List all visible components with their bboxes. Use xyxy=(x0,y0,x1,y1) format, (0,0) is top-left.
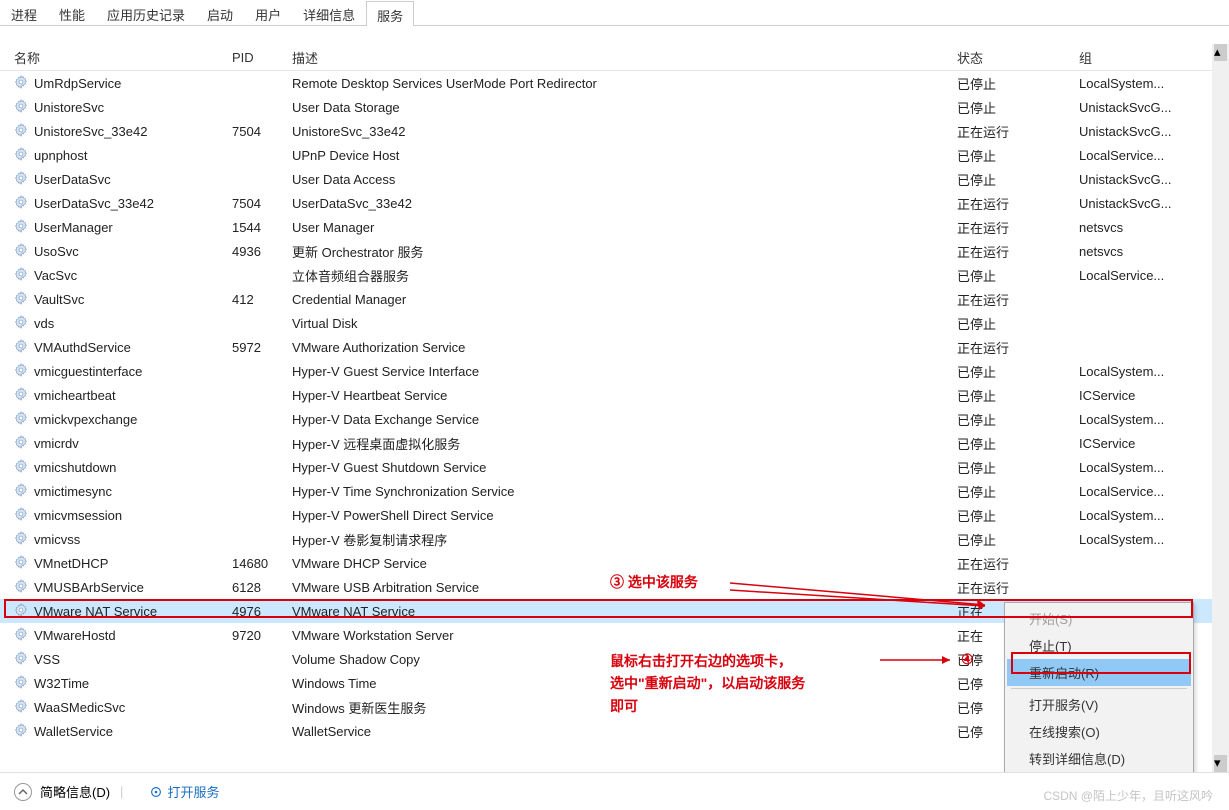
service-icon xyxy=(14,459,30,475)
menu-separator xyxy=(1011,688,1187,689)
context-menu: 开始(S)停止(T)重新启动(R) 打开服务(V)在线搜索(O)转到详细信息(D) xyxy=(1004,602,1194,775)
service-icon xyxy=(14,627,30,643)
tab-0[interactable]: 进程 xyxy=(0,0,48,25)
service-icon xyxy=(14,723,30,739)
table-row[interactable]: UsoSvc4936更新 Orchestrator 服务正在运行netsvcs xyxy=(0,239,1229,263)
table-row[interactable]: vmicrdvHyper-V 远程桌面虚拟化服务已停止ICService xyxy=(0,431,1229,455)
service-icon xyxy=(14,99,30,115)
table-row[interactable]: UserDataSvcUser Data Access已停止UnistackSv… xyxy=(0,167,1229,191)
menu-item[interactable]: 在线搜索(O) xyxy=(1007,718,1191,745)
scroll-down-button[interactable]: ▾ xyxy=(1214,755,1227,772)
service-icon xyxy=(14,411,30,427)
table-row[interactable]: vmicvssHyper-V 卷影复制请求程序已停止LocalSystem... xyxy=(0,527,1229,551)
table-row[interactable]: vmickvpexchangeHyper-V Data Exchange Ser… xyxy=(0,407,1229,431)
menu-item[interactable]: 转到详细信息(D) xyxy=(1007,745,1191,772)
table-row[interactable]: vmictimesyncHyper-V Time Synchronization… xyxy=(0,479,1229,503)
service-icon xyxy=(14,651,30,667)
service-icon xyxy=(14,315,30,331)
service-icon xyxy=(14,291,30,307)
service-icon xyxy=(14,483,30,499)
service-icon xyxy=(14,243,30,259)
header-pid[interactable]: PID xyxy=(232,50,292,65)
service-icon xyxy=(14,123,30,139)
vertical-scrollbar[interactable]: ▴ ▾ xyxy=(1212,44,1229,772)
service-icon xyxy=(14,147,30,163)
table-row[interactable]: VacSvc立体音频组合器服务已停止LocalService... xyxy=(0,263,1229,287)
table-row[interactable]: UserManager1544User Manager正在运行netsvcs xyxy=(0,215,1229,239)
brief-info-link[interactable]: 简略信息(D) xyxy=(40,782,110,801)
table-row[interactable]: upnphostUPnP Device Host已停止LocalService.… xyxy=(0,143,1229,167)
table-row[interactable]: UmRdpServiceRemote Desktop Services User… xyxy=(0,71,1229,95)
table-row[interactable]: vmicvmsessionHyper-V PowerShell Direct S… xyxy=(0,503,1229,527)
tab-2[interactable]: 应用历史记录 xyxy=(96,0,196,25)
service-icon xyxy=(14,435,30,451)
header-name[interactable]: 名称 xyxy=(14,48,232,67)
header-group[interactable]: 组 xyxy=(1079,48,1229,67)
table-row[interactable]: UserDataSvc_33e427504UserDataSvc_33e42正在… xyxy=(0,191,1229,215)
tab-5[interactable]: 详细信息 xyxy=(292,0,366,25)
open-services-link[interactable]: 打开服务 xyxy=(149,782,219,801)
header-status[interactable]: 状态 xyxy=(957,48,1079,67)
service-icon xyxy=(14,603,30,619)
scroll-up-button[interactable]: ▴ xyxy=(1214,44,1227,61)
service-icon xyxy=(14,171,30,187)
watermark: CSDN @陌上少年，且听这风吟 xyxy=(1043,787,1213,804)
tab-1[interactable]: 性能 xyxy=(48,0,96,25)
service-icon xyxy=(14,363,30,379)
chevron-up-icon[interactable] xyxy=(14,783,32,801)
menu-item: 开始(S) xyxy=(1007,605,1191,632)
service-icon xyxy=(14,507,30,523)
table-header[interactable]: 名称 PID 描述 状态 组 xyxy=(0,45,1229,71)
service-icon xyxy=(14,267,30,283)
tab-4[interactable]: 用户 xyxy=(244,0,292,25)
table-row[interactable]: UnistoreSvcUser Data Storage已停止UnistackS… xyxy=(0,95,1229,119)
service-icon xyxy=(14,75,30,91)
table-row[interactable]: UnistoreSvc_33e427504UnistoreSvc_33e42正在… xyxy=(0,119,1229,143)
service-icon xyxy=(14,531,30,547)
service-icon xyxy=(14,699,30,715)
service-icon xyxy=(14,675,30,691)
menu-item[interactable]: 打开服务(V) xyxy=(1007,691,1191,718)
header-desc[interactable]: 描述 xyxy=(292,48,957,67)
tab-bar: 进程性能应用历史记录启动用户详细信息服务 xyxy=(0,0,1229,26)
menu-item[interactable]: 停止(T) xyxy=(1007,632,1191,659)
table-row[interactable]: VaultSvc412Credential Manager正在运行 xyxy=(0,287,1229,311)
table-row[interactable]: VMnetDHCP14680VMware DHCP Service正在运行 xyxy=(0,551,1229,575)
table-row[interactable]: VMAuthdService5972VMware Authorization S… xyxy=(0,335,1229,359)
service-icon xyxy=(14,339,30,355)
gear-icon xyxy=(149,785,163,799)
service-icon xyxy=(14,219,30,235)
service-icon xyxy=(14,579,30,595)
table-row[interactable]: vmicheartbeatHyper-V Heartbeat Service已停… xyxy=(0,383,1229,407)
service-icon xyxy=(14,387,30,403)
menu-item[interactable]: 重新启动(R) xyxy=(1007,659,1191,686)
table-row[interactable]: vmicguestinterfaceHyper-V Guest Service … xyxy=(0,359,1229,383)
table-row[interactable]: vmicshutdownHyper-V Guest Shutdown Servi… xyxy=(0,455,1229,479)
service-icon xyxy=(14,555,30,571)
table-row[interactable]: VMUSBArbService6128VMware USB Arbitratio… xyxy=(0,575,1229,599)
service-icon xyxy=(14,195,30,211)
tab-3[interactable]: 启动 xyxy=(196,0,244,25)
table-row[interactable]: vdsVirtual Disk已停止 xyxy=(0,311,1229,335)
tab-6[interactable]: 服务 xyxy=(366,1,414,26)
